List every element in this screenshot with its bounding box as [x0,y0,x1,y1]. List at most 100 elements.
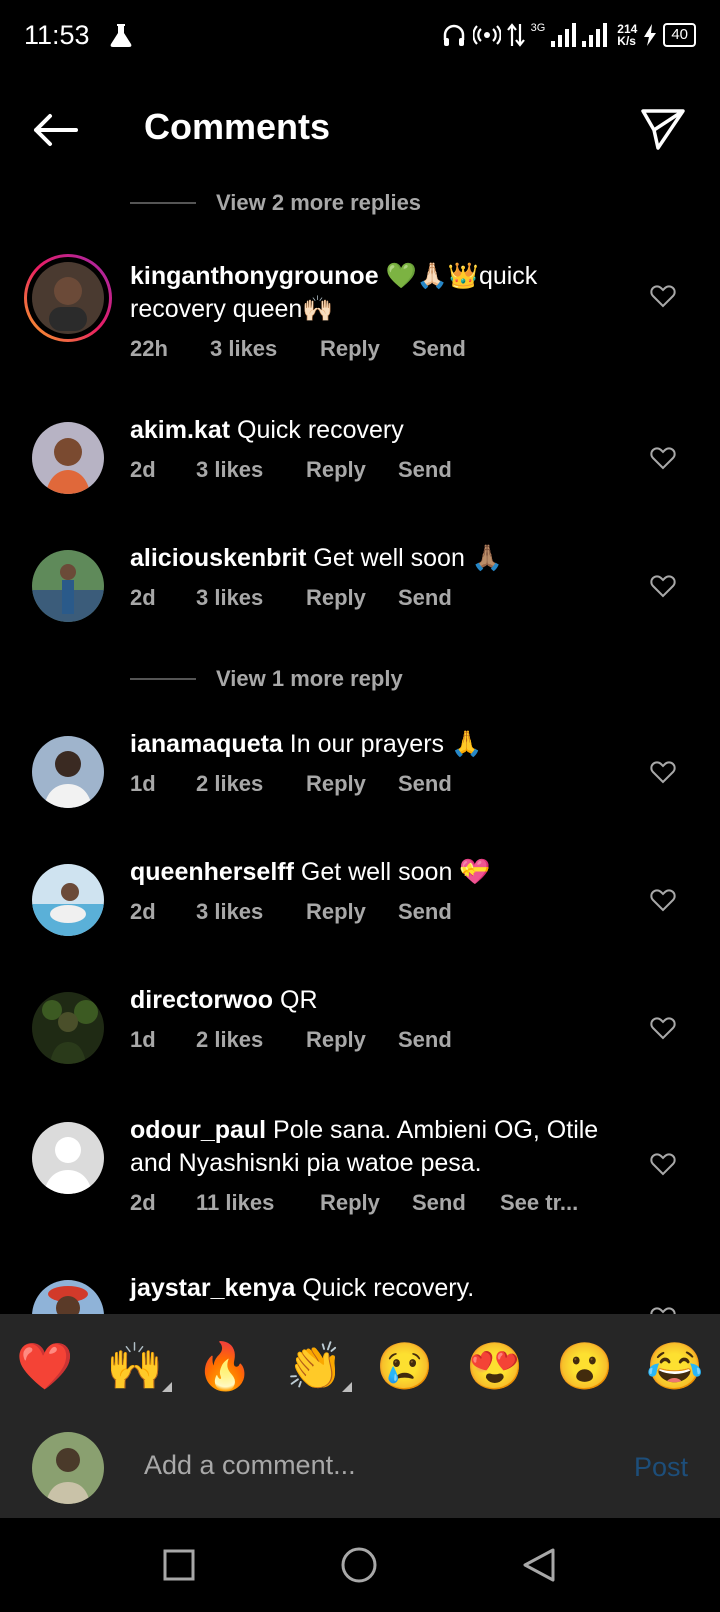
comment-username[interactable]: akim.kat [130,416,230,444]
emoji-heart-button[interactable]: ❤️ [16,1339,73,1394]
comment-text: Quick recovery [230,416,404,444]
likes-count[interactable]: 3 likes [196,453,306,486]
send-button[interactable]: Send [398,767,452,800]
avatar [32,262,104,334]
reply-button[interactable]: Reply [306,581,398,614]
send-button[interactable]: Send [412,332,466,365]
avatar[interactable] [32,864,104,936]
like-heart-icon[interactable] [650,760,676,784]
send-button[interactable]: Send [412,1186,500,1219]
likes-count[interactable]: 2 likes [196,767,306,800]
share-send-icon[interactable] [640,106,686,152]
view-more-label: View 2 more replies [216,190,422,215]
flask-icon [110,24,132,47]
avatar[interactable] [32,422,104,494]
net-speed: 214 K/s [617,23,637,47]
send-button[interactable]: Send [398,895,452,928]
recent-apps-icon[interactable] [162,1548,196,1582]
default-avatar [32,1122,104,1194]
avatar-photo [32,550,104,622]
comment-username[interactable]: queenherselff [130,858,294,886]
comment-age: 2d [130,1190,156,1215]
story-ring[interactable] [24,254,112,342]
send-button[interactable]: Send [398,453,452,486]
charging-icon [644,24,657,46]
emoji-raised-hands-button[interactable]: 🙌 [106,1339,172,1394]
emoji-crying-button[interactable]: 😢 [376,1339,433,1394]
comment-username[interactable]: odour_paul [130,1116,266,1144]
comment-age: 22h [130,336,168,361]
comment-meta: 1d 2 likes Reply Send [130,767,600,800]
back-nav-icon[interactable] [520,1546,558,1584]
likes-count[interactable]: 11 likes [196,1186,320,1219]
reply-button[interactable]: Reply [306,767,398,800]
send-button[interactable]: Send [398,581,452,614]
likes-count[interactable]: 2 likes [196,1023,306,1056]
back-arrow-icon[interactable] [30,110,80,150]
status-icons: 3G 214 K/s 40 [441,22,696,48]
avatar-photo [32,1432,104,1504]
view-more-replies-button[interactable]: View 1 more reply [130,666,403,692]
comment-meta: 2d 11 likes Reply Send See tr... [130,1186,600,1219]
hotspot-icon [472,25,501,45]
divider [130,202,196,204]
emoji-clap: 👏 [286,1339,344,1392]
comment-composer: Add a comment... Post [0,1418,720,1518]
comment-meta: 2d 3 likes Reply Send [130,453,600,486]
like-heart-icon[interactable] [650,888,676,912]
send-button[interactable]: Send [398,1023,452,1056]
avatar[interactable] [32,1122,104,1194]
comment-username[interactable]: kinganthonygrounoe [130,262,379,290]
likes-count[interactable]: 3 likes [210,332,320,365]
like-heart-icon[interactable] [650,1152,676,1176]
battery-indicator: 40 [663,23,696,47]
like-heart-icon[interactable] [650,446,676,470]
comment-text: Quick recovery. [295,1274,475,1302]
comment-meta: 22h 3 likes Reply Send [130,332,600,365]
emoji-raised-hands: 🙌 [106,1339,164,1392]
status-bar: 11:53 3G 214 K/s 40 [0,0,720,72]
likes-count[interactable]: 3 likes [196,895,306,928]
comment-input[interactable]: Add a comment... [144,1450,356,1481]
emoji-clap-button[interactable]: 👏 [286,1339,352,1394]
emoji-laughing-button[interactable]: 😂 [646,1339,703,1394]
system-navigation-bar [0,1518,720,1612]
comment-username[interactable]: aliciouskenbrit [130,544,306,572]
like-heart-icon[interactable] [650,574,676,598]
net-speed-unit: K/s [617,34,636,48]
see-translation-button[interactable]: See tr... [500,1186,578,1219]
likes-count[interactable]: 3 likes [196,581,306,614]
comment-meta: 1d 2 likes Reply Send [130,1023,600,1056]
signal-icon [551,23,608,47]
avatar-photo [32,864,104,936]
home-icon[interactable] [340,1546,378,1584]
view-more-replies-button[interactable]: View 2 more replies [130,190,421,216]
page-title: Comments [144,106,331,147]
emoji-fire-button[interactable]: 🔥 [196,1339,253,1394]
status-time: 11:53 [24,20,90,50]
emoji-heart-eyes-button[interactable]: 😍 [466,1339,523,1394]
avatar-photo [32,736,104,808]
reply-button[interactable]: Reply [320,332,412,365]
emoji-quick-reactions: ❤️ 🙌 🔥 👏 😢 😍 😮 😂 [0,1314,720,1418]
avatar-photo [32,992,104,1064]
comment-username[interactable]: ianamaqueta [130,730,283,758]
comment-username[interactable]: directorwoo [130,986,273,1014]
reply-button[interactable]: Reply [306,1023,398,1056]
like-heart-icon[interactable] [650,284,676,308]
comment-username[interactable]: jaystar_kenya [130,1274,295,1302]
post-button[interactable]: Post [634,1452,688,1483]
reply-button[interactable]: Reply [306,453,398,486]
reply-button[interactable]: Reply [320,1186,412,1219]
emoji-surprised-button[interactable]: 😮 [556,1339,613,1394]
comment-meta: 2d 3 likes Reply Send [130,581,600,614]
avatar[interactable] [32,736,104,808]
avatar[interactable] [32,992,104,1064]
like-heart-icon[interactable] [650,1016,676,1040]
headphones-icon [443,24,464,46]
comment-text: QR [273,986,318,1014]
reply-button[interactable]: Reply [306,895,398,928]
comment-text: In our prayers 🙏 [282,730,483,758]
avatar[interactable] [32,550,104,622]
avatar-photo [32,422,104,494]
